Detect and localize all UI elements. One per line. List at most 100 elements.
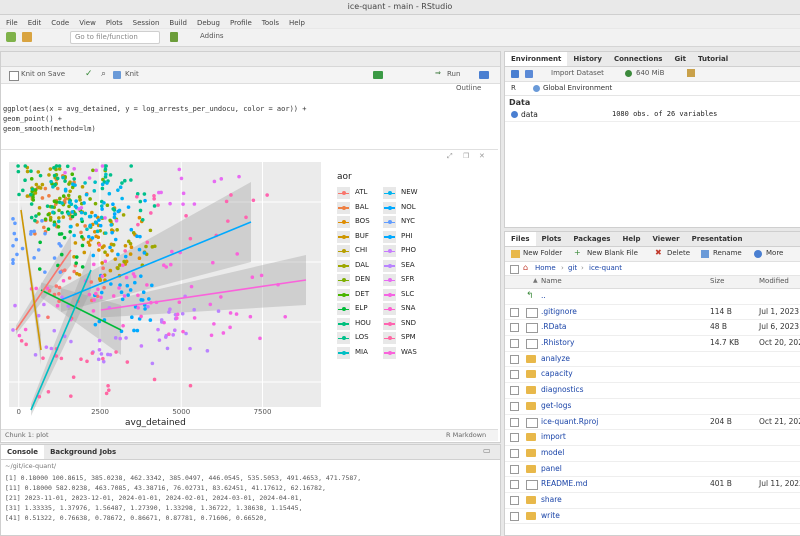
open-file-icon[interactable] <box>22 32 32 42</box>
menu-tools[interactable]: Tools <box>262 19 279 27</box>
file-checkbox[interactable] <box>510 370 519 380</box>
menu-view[interactable]: View <box>79 19 96 27</box>
spellcheck-icon[interactable]: ✓ <box>85 70 93 79</box>
file-row[interactable]: diagnostics <box>505 383 800 399</box>
menu-session[interactable]: Session <box>133 19 160 27</box>
expand-data-icon[interactable] <box>511 111 518 118</box>
code-area[interactable]: ggplot(aes(x = avg_detained, y = log_arr… <box>3 104 306 134</box>
file-checkbox[interactable] <box>510 417 519 427</box>
save-workspace-icon[interactable] <box>525 70 533 78</box>
file-checkbox[interactable] <box>510 401 519 411</box>
addins-menu[interactable]: Addins <box>200 32 224 40</box>
file-row[interactable]: share <box>505 493 800 509</box>
file-name[interactable]: .gitignore <box>541 305 577 320</box>
broom-icon[interactable] <box>687 69 695 77</box>
tab-console[interactable]: Console <box>1 445 45 459</box>
search-icon[interactable]: ⌕ <box>101 70 109 79</box>
file-checkbox[interactable] <box>510 480 519 490</box>
goto-file-input[interactable]: Go to file/function <box>70 31 160 44</box>
file-row[interactable]: analyze <box>505 352 800 368</box>
file-row[interactable]: .Rhistory 14.7 KB Oct 20, 2023 <box>505 336 800 352</box>
file-name[interactable]: .RData <box>541 320 567 335</box>
minimize-icon[interactable]: ▭ <box>483 446 491 455</box>
file-checkbox[interactable] <box>510 386 519 396</box>
file-row[interactable]: get-logs <box>505 399 800 415</box>
tab-environment[interactable]: Environment <box>505 52 568 66</box>
tab-help[interactable]: Help <box>616 232 646 246</box>
project-icon[interactable] <box>170 32 178 42</box>
tab-tutorial[interactable]: Tutorial <box>692 52 734 66</box>
file-name[interactable]: panel <box>541 462 562 477</box>
rerun-icon[interactable] <box>479 71 489 79</box>
env-object-name[interactable]: data <box>521 110 538 119</box>
file-name[interactable]: import <box>541 430 566 445</box>
file-name[interactable]: capacity <box>541 367 573 382</box>
menu-plots[interactable]: Plots <box>106 19 123 27</box>
select-all-checkbox[interactable] <box>510 265 519 274</box>
console-output[interactable]: [1] 0.18000 100.8615, 385.0238, 462.3342… <box>5 473 495 523</box>
file-name[interactable]: ice-quant.Rproj <box>541 415 598 430</box>
file-row[interactable]: write <box>505 509 800 525</box>
delete-button[interactable]: Delete <box>667 249 690 257</box>
file-checkbox[interactable] <box>510 464 519 474</box>
file-name[interactable]: model <box>541 446 564 461</box>
menu-edit[interactable]: Edit <box>28 19 42 27</box>
file-name[interactable]: .. <box>541 289 546 304</box>
file-checkbox[interactable] <box>510 323 519 333</box>
tab-git[interactable]: Git <box>668 52 692 66</box>
insert-chunk-icon[interactable] <box>373 71 383 79</box>
new-blank-file-button[interactable]: New Blank File <box>587 249 638 257</box>
file-type-selector[interactable]: R Markdown <box>446 431 486 439</box>
tab-connections[interactable]: Connections <box>608 52 669 66</box>
menu-build[interactable]: Build <box>169 19 187 27</box>
tab-background-jobs[interactable]: Background Jobs <box>44 445 122 459</box>
rename-button[interactable]: Rename <box>713 249 742 257</box>
import-dataset-button[interactable]: Import Dataset <box>551 69 604 77</box>
more-button[interactable]: More <box>766 249 783 257</box>
memory-usage[interactable]: 640 MiB <box>636 69 664 77</box>
file-row[interactable]: README.md 401 B Jul 11, 2023 <box>505 477 800 493</box>
file-row[interactable]: import <box>505 430 800 446</box>
knit-button[interactable]: Knit <box>125 70 139 78</box>
file-checkbox[interactable] <box>510 495 519 505</box>
file-checkbox[interactable] <box>510 307 519 317</box>
file-name[interactable]: analyze <box>541 352 570 367</box>
file-name[interactable]: README.md <box>541 477 588 492</box>
file-name[interactable]: write <box>541 509 560 524</box>
new-folder-button[interactable]: New Folder <box>523 249 562 257</box>
language-selector[interactable]: R <box>511 84 516 92</box>
tab-packages[interactable]: Packages <box>567 232 616 246</box>
file-row[interactable]: model <box>505 446 800 462</box>
tab-presentation[interactable]: Presentation <box>686 232 749 246</box>
env-object-row[interactable]: data 1080 obs. of 26 variables <box>505 109 800 122</box>
tab-files[interactable]: Files <box>505 232 536 246</box>
file-name[interactable]: diagnostics <box>541 383 584 398</box>
file-checkbox[interactable] <box>510 511 519 521</box>
file-row[interactable]: .gitignore 114 B Jul 1, 2023 <box>505 305 800 321</box>
knit-on-save-checkbox[interactable] <box>9 71 19 81</box>
menu-code[interactable]: Code <box>51 19 69 27</box>
column-name[interactable]: Name <box>541 277 562 285</box>
file-name[interactable]: get-logs <box>541 399 571 414</box>
breadcrumb-git[interactable]: git <box>568 264 577 272</box>
tab-viewer[interactable]: Viewer <box>647 232 686 246</box>
run-button[interactable]: Run <box>447 70 460 78</box>
chunk-indicator[interactable]: Chunk 1: plot <box>5 431 49 439</box>
menu-file[interactable]: File <box>6 19 18 27</box>
breadcrumb-ice-quant[interactable]: ice-quant <box>589 264 622 272</box>
menu-help[interactable]: Help <box>289 19 305 27</box>
file-checkbox[interactable] <box>510 354 519 364</box>
file-row[interactable]: capacity <box>505 367 800 384</box>
file-row[interactable]: panel <box>505 462 800 478</box>
home-icon[interactable]: ⌂ <box>523 263 528 272</box>
run-icon[interactable]: ⇒ <box>435 69 441 77</box>
outline-button[interactable]: Outline <box>456 84 481 92</box>
menu-debug[interactable]: Debug <box>197 19 220 27</box>
column-modified[interactable]: Modified <box>759 277 789 285</box>
new-file-icon[interactable] <box>6 32 16 42</box>
load-workspace-icon[interactable] <box>511 70 519 78</box>
scope-selector[interactable]: Global Environment <box>543 84 612 92</box>
column-size[interactable]: Size <box>710 277 724 285</box>
file-row[interactable]: .RData 48 B Jul 6, 2023 <box>505 320 800 337</box>
breadcrumb-home[interactable]: Home <box>535 264 556 272</box>
